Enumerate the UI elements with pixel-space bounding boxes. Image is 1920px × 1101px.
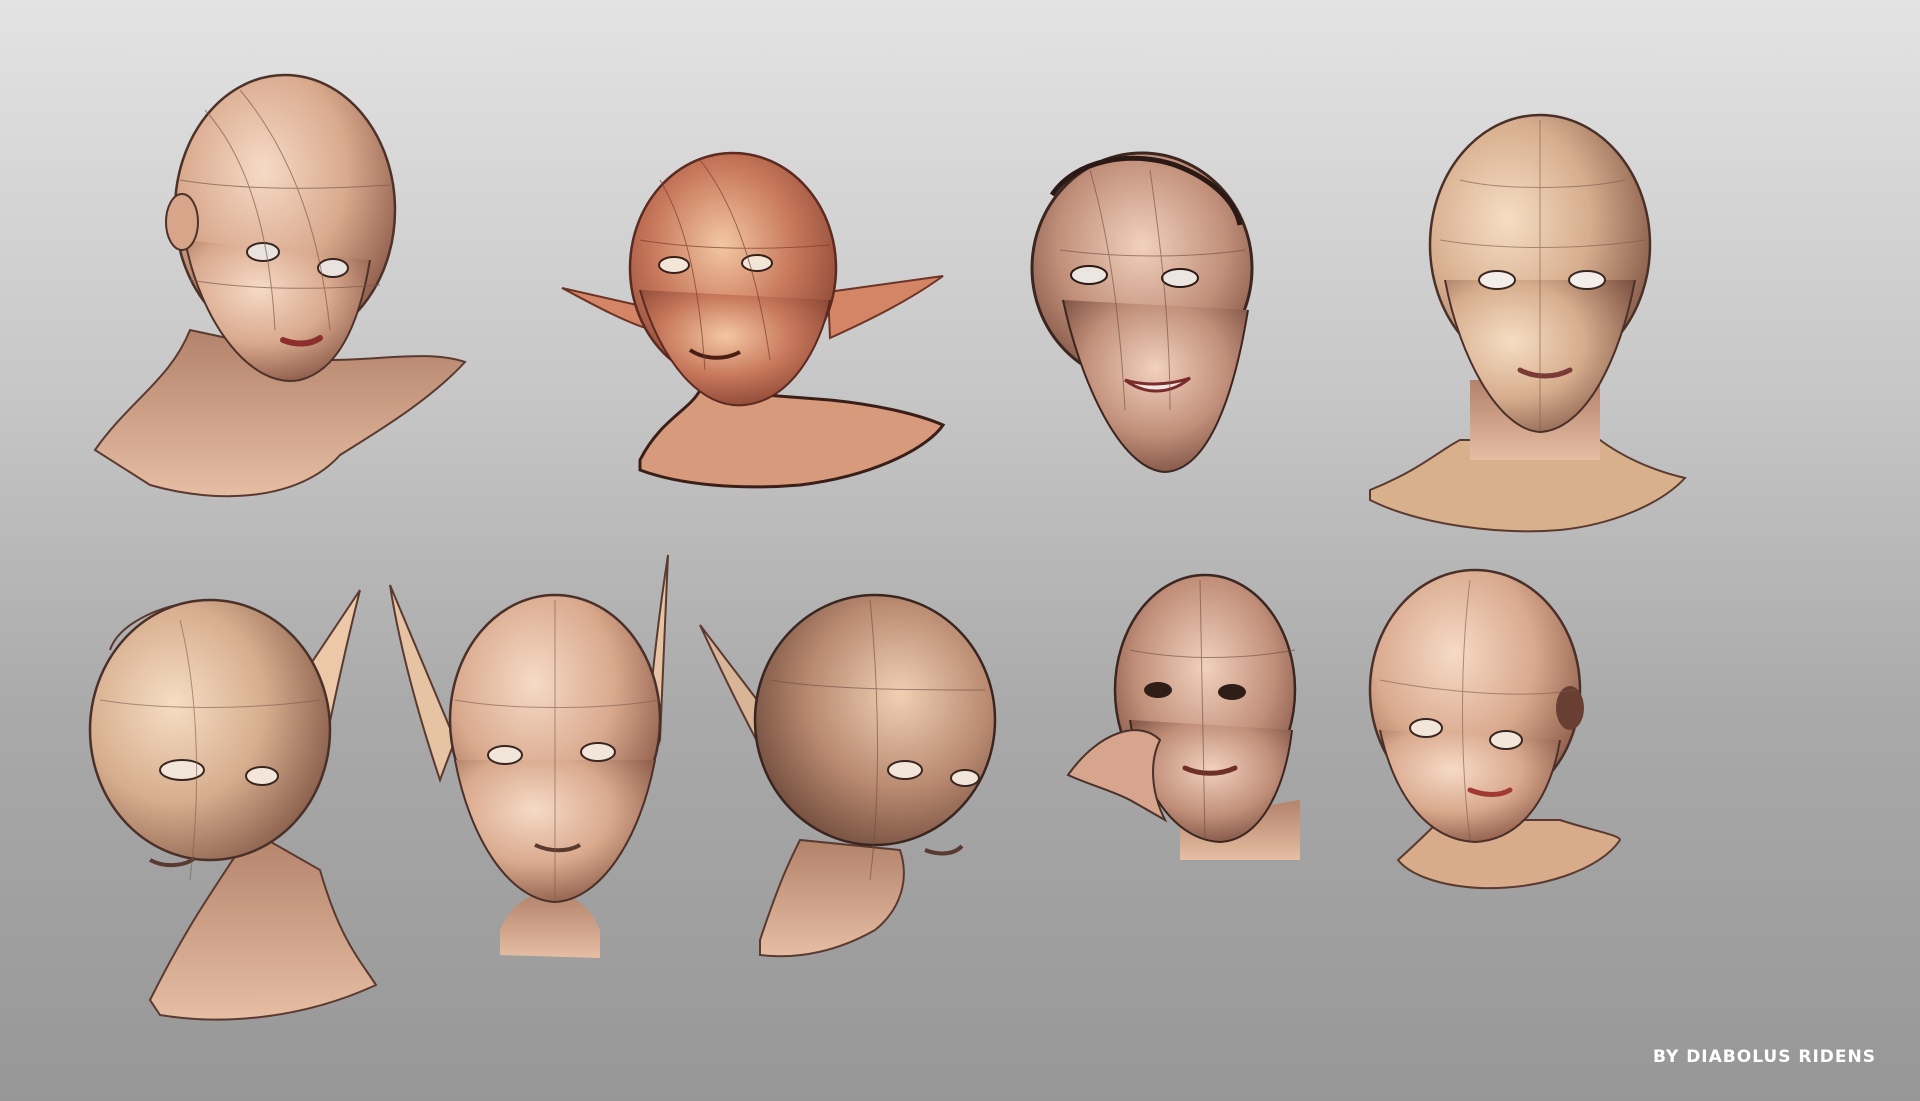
study-9-tilt-head bbox=[1368, 568, 1622, 890]
study-2-goblin-head bbox=[561, 151, 946, 489]
study-4-front-head bbox=[1369, 113, 1687, 533]
study-3-smiling-head bbox=[1030, 151, 1254, 474]
study-5-elf-left bbox=[88, 589, 378, 1021]
study-1-round-head bbox=[93, 73, 467, 498]
artist-credit: BY DIABOLUS RIDENS bbox=[1652, 1047, 1876, 1067]
artwork-canvas bbox=[88, 73, 1687, 1021]
study-8-hand-head bbox=[1066, 573, 1300, 860]
study-6-elf-front bbox=[389, 554, 669, 958]
study-7-elf-right bbox=[699, 593, 997, 958]
